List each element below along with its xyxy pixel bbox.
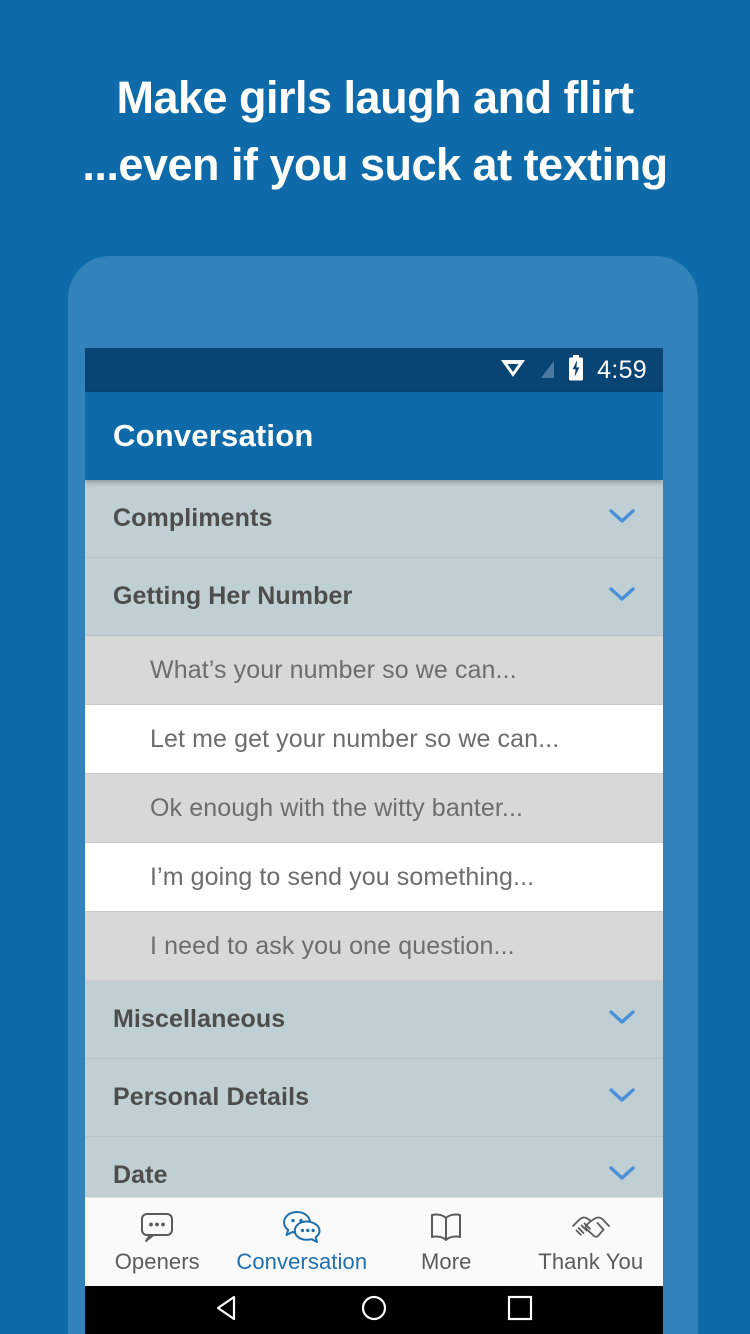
- bottom-tab-bar: Openers Conversation More Thank You: [85, 1197, 663, 1286]
- status-bar: 4:59: [85, 348, 663, 392]
- category-list[interactable]: Compliments Getting Her Number What’s yo…: [85, 480, 663, 1197]
- android-nav-bar: [85, 1286, 663, 1334]
- list-item[interactable]: I need to ask you one question...: [85, 912, 663, 981]
- tab-openers[interactable]: Openers: [85, 1209, 230, 1275]
- page-title: Conversation: [113, 418, 314, 453]
- wifi-icon: [500, 357, 526, 384]
- tab-label: Thank You: [538, 1249, 644, 1274]
- list-item[interactable]: I’m going to send you something...: [85, 843, 663, 912]
- group-header-getting-her-number[interactable]: Getting Her Number: [85, 558, 663, 636]
- list-item-label: Let me get your number so we can...: [150, 724, 560, 753]
- tab-label: Conversation: [236, 1249, 368, 1274]
- app-bar: Conversation: [85, 392, 663, 480]
- group-header-personal-details[interactable]: Personal Details: [85, 1059, 663, 1137]
- chevron-down-icon[interactable]: [607, 506, 637, 531]
- chevron-down-icon[interactable]: [607, 1163, 637, 1188]
- group-header-miscellaneous[interactable]: Miscellaneous: [85, 981, 663, 1059]
- handshake-icon: [570, 1209, 612, 1245]
- signal-off-icon: [537, 356, 557, 385]
- recents-icon[interactable]: [503, 1291, 537, 1330]
- list-item-label: I’m going to send you something...: [150, 862, 535, 891]
- speech-bubble-dots-icon: [139, 1209, 175, 1245]
- list-item-label: Ok enough with the witty banter...: [150, 793, 524, 822]
- list-item-label: I need to ask you one question...: [150, 931, 515, 960]
- promo-headline-line-2: ...even if you suck at texting: [82, 139, 668, 190]
- promo-headline: Make girls laugh and flirt ...even if yo…: [0, 64, 750, 198]
- chevron-down-icon[interactable]: [607, 584, 637, 609]
- chat-bubbles-icon: [282, 1209, 322, 1245]
- list-item[interactable]: Ok enough with the witty banter...: [85, 774, 663, 843]
- device-screen: 4:59 Conversation Compliments Getting He…: [85, 348, 663, 1334]
- promo-headline-line-1: Make girls laugh and flirt: [116, 72, 634, 123]
- group-header-label: Getting Her Number: [113, 582, 353, 610]
- tab-more[interactable]: More: [374, 1209, 519, 1275]
- status-bar-clock: 4:59: [597, 355, 647, 384]
- list-item-label: What’s your number so we can...: [150, 655, 517, 684]
- list-item[interactable]: Let me get your number so we can...: [85, 705, 663, 774]
- chevron-down-icon[interactable]: [607, 1007, 637, 1032]
- tab-conversation[interactable]: Conversation: [230, 1209, 375, 1275]
- back-icon[interactable]: [211, 1291, 245, 1330]
- status-bar-icons: [500, 354, 584, 386]
- group-header-label: Compliments: [113, 504, 273, 532]
- group-header-label: Date: [113, 1161, 168, 1189]
- group-header-compliments[interactable]: Compliments: [85, 480, 663, 558]
- tab-label: Openers: [114, 1249, 200, 1274]
- group-header-label: Personal Details: [113, 1083, 310, 1111]
- list-item[interactable]: What’s your number so we can...: [85, 636, 663, 705]
- group-header-date[interactable]: Date: [85, 1137, 663, 1197]
- chevron-down-icon[interactable]: [607, 1085, 637, 1110]
- home-icon[interactable]: [357, 1291, 391, 1330]
- group-header-label: Miscellaneous: [113, 1005, 286, 1033]
- tab-label: More: [420, 1249, 472, 1274]
- open-book-icon: [428, 1209, 464, 1245]
- battery-charging-icon: [568, 354, 584, 386]
- tab-thank-you[interactable]: Thank You: [519, 1209, 664, 1275]
